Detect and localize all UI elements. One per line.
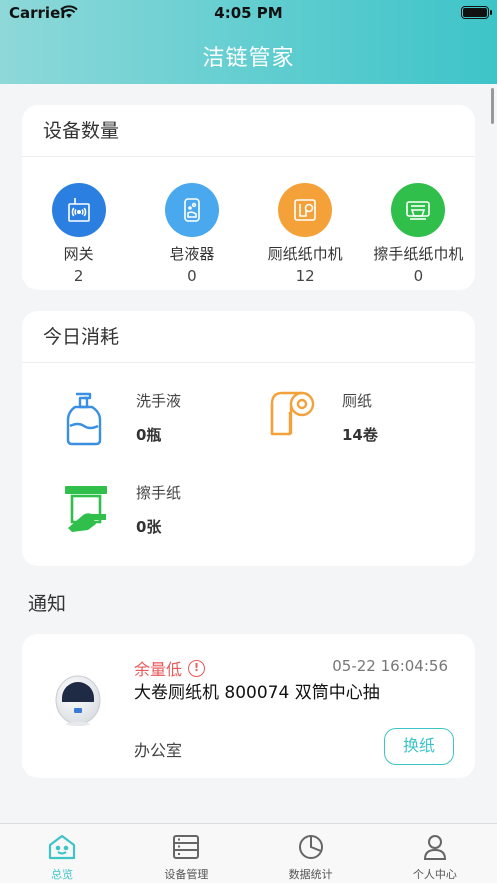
consumption-card: 今日消耗 洗手液 0瓶 厕纸 14卷 擦手纸 0张	[22, 311, 475, 566]
device-list-icon	[124, 833, 248, 863]
consumption-name: 厕纸	[342, 392, 373, 410]
tab-statistics[interactable]: 数据统计	[249, 824, 373, 883]
consumption-title: 今日消耗	[22, 311, 475, 363]
device-label: 皂液器	[169, 245, 215, 263]
notice-timestamp: 05-22 16:04:56	[332, 657, 448, 675]
device-label: 网关	[63, 245, 94, 263]
page-title: 洁链管家	[202, 46, 295, 71]
device-item-hand-towel[interactable]: 擦手纸纸巾机 0	[362, 183, 475, 285]
pie-chart-icon	[249, 833, 373, 863]
notice-device-title: 大卷厕纸机 800074 双筒中心抽	[134, 683, 380, 703]
consumption-name: 擦手纸	[136, 484, 182, 502]
tab-label: 总览	[51, 868, 74, 881]
device-count-title: 设备数量	[22, 105, 475, 157]
consumption-value: 0张	[136, 518, 162, 536]
device-count: 12	[295, 267, 315, 285]
paper-dispenser-thumbnail	[52, 674, 104, 732]
notice-status-label: 余量低	[134, 660, 183, 679]
tab-device-management[interactable]: 设备管理	[124, 824, 248, 883]
consumption-name: 洗手液	[136, 392, 182, 410]
hand-towel-icon	[62, 482, 112, 538]
hand-towel-dispenser-icon	[391, 183, 446, 237]
consumption-value: 0瓶	[136, 426, 162, 444]
soap-dispenser-icon	[164, 183, 219, 237]
status-bar: Carrier 4:05 PM	[0, 0, 497, 26]
tab-overview[interactable]: 总览	[0, 824, 124, 883]
consumption-value: 14卷	[342, 426, 378, 444]
toilet-paper-dispenser-icon	[278, 183, 333, 237]
notice-location: 办公室	[134, 741, 183, 760]
device-item-toilet-paper[interactable]: 厕纸纸巾机 12	[249, 183, 362, 285]
tab-label: 个人中心	[412, 868, 457, 881]
device-count-card: 设备数量 网关 2 皂液器 0 厕纸纸巾机 12 擦手纸纸巾机 0	[22, 105, 475, 290]
notice-card[interactable]: 余量低 ! 05-22 16:04:56 大卷厕纸机 800074 双筒中心抽 …	[22, 634, 475, 778]
device-label: 擦手纸纸巾机	[373, 245, 464, 263]
device-count: 0	[187, 267, 197, 285]
clock: 4:05 PM	[214, 4, 283, 22]
tab-label: 设备管理	[164, 868, 209, 881]
device-label: 厕纸纸巾机	[267, 245, 343, 263]
warning-icon: !	[188, 659, 206, 677]
home-icon	[0, 833, 124, 863]
gateway-icon	[51, 183, 106, 237]
device-item-soap-dispenser[interactable]: 皂液器 0	[135, 183, 248, 285]
notice-status: 余量低 !	[134, 656, 206, 680]
device-count: 0	[413, 267, 424, 285]
battery-icon	[461, 6, 492, 19]
header-bar: Carrier 4:05 PM 洁链管家	[0, 0, 497, 84]
user-icon	[373, 833, 497, 863]
tab-profile[interactable]: 个人中心	[373, 824, 497, 883]
device-count: 2	[73, 267, 84, 285]
tab-bar: 总览 设备管理 数据统计 个人中心	[0, 823, 497, 883]
toilet-roll-icon	[268, 390, 320, 444]
replace-paper-button[interactable]: 换纸	[384, 728, 454, 765]
device-item-gateway[interactable]: 网关 2	[22, 183, 135, 285]
tab-label: 数据统计	[288, 868, 333, 881]
notices-title: 通知	[28, 593, 67, 615]
scroll-indicator[interactable]	[491, 88, 494, 124]
hand-soap-icon	[62, 390, 106, 450]
